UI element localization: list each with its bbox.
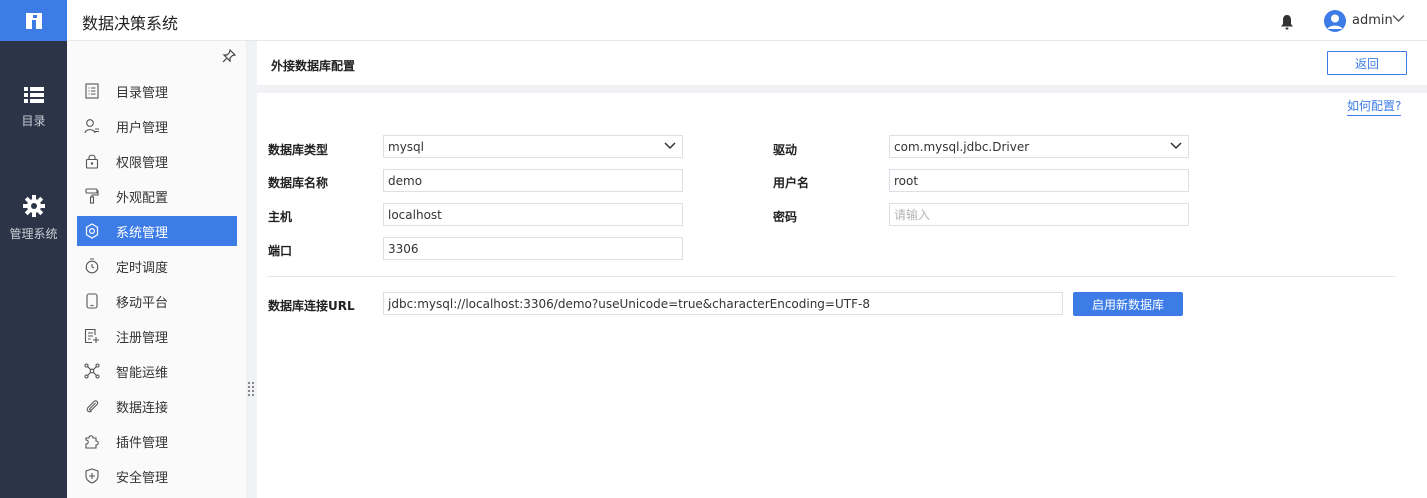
menu-item-schedule[interactable]: 定时调度 bbox=[77, 251, 237, 281]
db-type-select[interactable]: mysql bbox=[383, 135, 683, 158]
username-label: 用户名 bbox=[773, 176, 810, 190]
menu-item-label: 系统管理 bbox=[116, 225, 169, 241]
app-rail: 目录 管理系统 bbox=[0, 0, 67, 498]
gear-icon bbox=[22, 195, 45, 217]
lock-icon bbox=[85, 154, 99, 169]
host-label: 主机 bbox=[268, 210, 293, 224]
menu-item-label: 安全管理 bbox=[116, 470, 169, 486]
pin-icon[interactable] bbox=[222, 49, 236, 63]
rail-item-label: 管理系统 bbox=[9, 227, 58, 241]
menu-item-label: 权限管理 bbox=[116, 155, 169, 171]
password-input[interactable]: 请输入 bbox=[889, 203, 1189, 226]
menu-item-label: 目录管理 bbox=[116, 85, 169, 101]
menu-item-data-connection[interactable]: 数据连接 bbox=[77, 391, 237, 421]
menu-item-label: 插件管理 bbox=[116, 435, 169, 451]
menu-item-label: 智能运维 bbox=[116, 365, 169, 381]
db-config-panel: 如何配置? 数据库类型 mysql 驱动 com.mysql.jdbc.Driv… bbox=[257, 93, 1427, 498]
catalog-icon bbox=[85, 83, 99, 99]
menu-item-label: 用户管理 bbox=[116, 120, 169, 136]
back-button[interactable]: 返回 bbox=[1327, 51, 1407, 75]
port-input[interactable]: 3306 bbox=[383, 237, 683, 260]
page-header: 外接数据库配置 返回 bbox=[257, 41, 1427, 85]
chevron-down-icon bbox=[664, 142, 676, 150]
url-input[interactable]: jdbc:mysql://localhost:3306/demo?useUnic… bbox=[383, 292, 1063, 315]
menu-item-ops[interactable]: 智能运维 bbox=[77, 356, 237, 386]
rail-item-label: 目录 bbox=[21, 114, 46, 128]
menu-item-label: 外观配置 bbox=[116, 190, 169, 206]
paperclip-icon bbox=[86, 400, 99, 413]
driver-label: 驱动 bbox=[773, 143, 798, 157]
menu-item-system[interactable]: 系统管理 bbox=[77, 216, 237, 246]
menu-item-register[interactable]: 注册管理 bbox=[77, 321, 237, 351]
db-type-value: mysql bbox=[388, 139, 424, 154]
mobile-icon bbox=[86, 293, 98, 309]
settings-icon bbox=[85, 223, 99, 239]
rail-item-admin[interactable]: 管理系统 bbox=[0, 195, 67, 242]
menu-item-label: 注册管理 bbox=[116, 330, 169, 346]
top-header: 数据决策系统 admin bbox=[67, 0, 1427, 41]
db-name-input[interactable]: demo bbox=[383, 169, 683, 192]
db-name-label: 数据库名称 bbox=[268, 176, 329, 190]
page-title: 外接数据库配置 bbox=[271, 59, 356, 73]
puzzle-icon bbox=[85, 435, 99, 449]
list-icon bbox=[23, 87, 44, 103]
user-name[interactable]: admin bbox=[1352, 13, 1393, 28]
app-title: 数据决策系统 bbox=[82, 14, 179, 33]
help-link[interactable]: 如何配置? bbox=[1347, 97, 1402, 116]
rail-item-catalog[interactable]: 目录 bbox=[0, 86, 67, 129]
port-label: 端口 bbox=[268, 244, 293, 258]
user-icon bbox=[84, 119, 99, 134]
register-icon bbox=[84, 328, 99, 344]
url-label: 数据库连接URL bbox=[268, 299, 355, 313]
username-input[interactable]: root bbox=[889, 169, 1189, 192]
menu-item-plugins[interactable]: 插件管理 bbox=[77, 426, 237, 456]
logo-icon bbox=[25, 12, 42, 29]
paint-roller-icon bbox=[85, 188, 99, 204]
divider bbox=[267, 276, 1395, 277]
menu-item-label: 定时调度 bbox=[116, 260, 169, 276]
network-icon bbox=[84, 363, 100, 379]
db-type-label: 数据库类型 bbox=[268, 143, 329, 157]
password-label: 密码 bbox=[773, 210, 798, 224]
shield-icon bbox=[85, 468, 99, 484]
menu-item-security[interactable]: 安全管理 bbox=[77, 461, 237, 491]
timer-icon bbox=[85, 258, 99, 274]
chevron-down-icon bbox=[1170, 142, 1182, 150]
resize-handle-icon[interactable] bbox=[248, 382, 254, 396]
user-avatar-icon[interactable] bbox=[1324, 10, 1346, 32]
menu-item-mobile[interactable]: 移动平台 bbox=[77, 286, 237, 316]
menu-item-label: 移动平台 bbox=[116, 295, 169, 311]
menu-item-label: 数据连接 bbox=[116, 400, 169, 416]
enable-db-button[interactable]: 启用新数据库 bbox=[1073, 292, 1183, 316]
host-input[interactable]: localhost bbox=[383, 203, 683, 226]
sub-menu: 目录管理 用户管理 权限管理 外观配置 系统管理 定时调度 移动平台 注册管理 … bbox=[67, 41, 247, 498]
app-logo[interactable] bbox=[0, 0, 67, 41]
chevron-down-icon[interactable] bbox=[1392, 14, 1405, 23]
driver-select[interactable]: com.mysql.jdbc.Driver bbox=[889, 135, 1189, 158]
bell-icon[interactable] bbox=[1280, 14, 1294, 30]
menu-item-appearance[interactable]: 外观配置 bbox=[77, 181, 237, 211]
menu-item-catalog[interactable]: 目录管理 bbox=[77, 76, 237, 106]
menu-item-permissions[interactable]: 权限管理 bbox=[77, 146, 237, 176]
driver-value: com.mysql.jdbc.Driver bbox=[894, 139, 1030, 154]
menu-item-users[interactable]: 用户管理 bbox=[77, 111, 237, 141]
